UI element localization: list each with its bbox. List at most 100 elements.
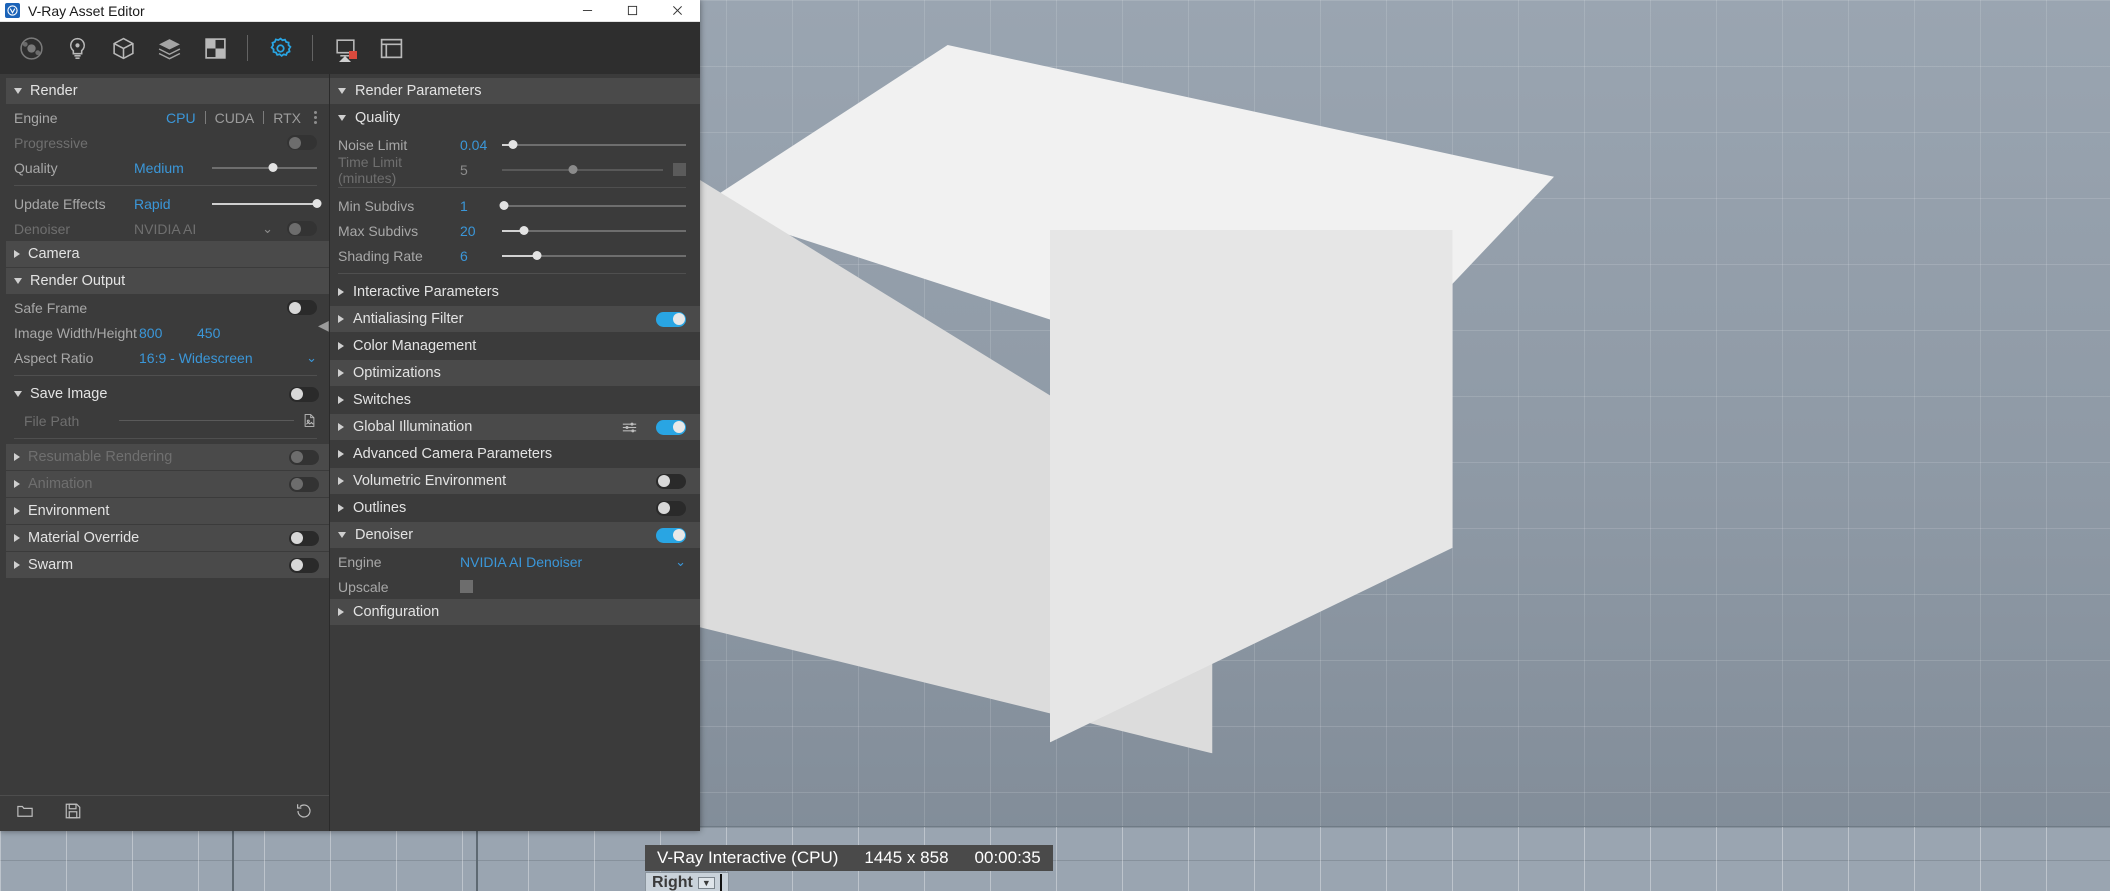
chevron-down-icon[interactable]: ▼: [697, 877, 715, 889]
upscale-checkbox[interactable]: [460, 580, 473, 593]
time-limit-checkbox[interactable]: [673, 163, 686, 176]
section-resumable-rendering[interactable]: Resumable Rendering: [6, 444, 329, 470]
section-optimizations[interactable]: Optimizations: [330, 360, 700, 386]
denoiser-toggle[interactable]: [287, 221, 317, 236]
max-subdivs-value[interactable]: 20: [460, 223, 502, 239]
folder-open-icon[interactable]: [16, 802, 34, 825]
shading-rate-slider[interactable]: [502, 249, 686, 263]
chevron-right-icon: [14, 250, 20, 258]
render-elements-icon[interactable]: [198, 31, 232, 65]
update-effects-value[interactable]: Rapid: [134, 196, 212, 212]
material-override-toggle[interactable]: [289, 530, 319, 546]
safe-frame-label: Safe Frame: [14, 299, 88, 316]
aspect-ratio-value[interactable]: 16:9 - Widescreen: [139, 350, 253, 366]
time-limit-value[interactable]: 5: [460, 162, 502, 178]
vfb-icon[interactable]: [374, 31, 408, 65]
window-titlebar[interactable]: V-Ray Asset Editor: [0, 0, 700, 22]
timeline-marker[interactable]: [232, 827, 234, 891]
denoiser-section-toggle[interactable]: [656, 527, 686, 543]
section-volumetric-environment[interactable]: Volumetric Environment: [330, 468, 700, 494]
minimize-icon[interactable]: [565, 0, 610, 21]
section-antialiasing-filter[interactable]: Antialiasing Filter: [330, 306, 700, 332]
floppy-save-icon[interactable]: [64, 802, 82, 825]
section-denoiser-label: Denoiser: [355, 527, 414, 543]
file-path-input[interactable]: [119, 420, 294, 421]
shading-rate-label: Shading Rate: [338, 247, 423, 264]
chevron-down-icon[interactable]: ⌄: [675, 554, 686, 570]
shading-rate-value[interactable]: 6: [460, 248, 502, 264]
section-camera[interactable]: Camera: [6, 241, 329, 267]
section-advanced-camera-parameters[interactable]: Advanced Camera Parameters: [330, 441, 700, 467]
timeline-marker[interactable]: [476, 827, 478, 891]
chevron-down-icon[interactable]: ⌄: [306, 350, 317, 366]
maximize-icon[interactable]: [610, 0, 655, 21]
render-parameters-pane[interactable]: Render Parameters Quality Noise Limit 0.…: [330, 74, 700, 831]
image-width-input[interactable]: 800: [139, 325, 197, 341]
timeline-strip[interactable]: [0, 826, 2110, 891]
update-effects-slider[interactable]: [212, 197, 322, 211]
denoiser-value[interactable]: NVIDIA AI: [134, 221, 262, 237]
toolbar-divider: [247, 35, 248, 61]
viewport-view-selector[interactable]: Right ▼: [645, 872, 729, 891]
global-illumination-toggle[interactable]: [656, 419, 686, 435]
render-icon[interactable]: [328, 31, 362, 65]
row-image-size: Image Width/Height 800 450: [6, 320, 329, 345]
chevron-down-icon[interactable]: ⌄: [262, 221, 273, 237]
animation-toggle[interactable]: [289, 476, 319, 492]
section-configuration[interactable]: Configuration: [330, 599, 700, 625]
noise-limit-slider[interactable]: [502, 138, 686, 152]
settings-left-scroll[interactable]: Render Engine CPU CUDA RTX Progressive Q…: [0, 74, 329, 795]
section-quality[interactable]: Quality: [330, 105, 700, 131]
section-switches[interactable]: Switches: [330, 387, 700, 413]
section-swarm[interactable]: Swarm: [6, 552, 329, 578]
settings-gear-icon[interactable]: [263, 31, 297, 65]
geometry-editor-icon[interactable]: [106, 31, 140, 65]
light-editor-icon[interactable]: [60, 31, 94, 65]
section-outlines[interactable]: Outlines: [330, 495, 700, 521]
texture-editor-icon[interactable]: [152, 31, 186, 65]
app-root: V-Ray Interactive (CPU) 1445 x 858 00:00…: [0, 0, 2110, 891]
min-subdivs-slider[interactable]: [499, 199, 686, 213]
sliders-settings-icon[interactable]: [622, 421, 637, 434]
reset-revert-icon[interactable]: [295, 802, 313, 825]
denoiser-engine-value[interactable]: NVIDIA AI Denoiser: [460, 554, 582, 570]
section-color-management[interactable]: Color Management: [330, 333, 700, 359]
resumable-rendering-toggle[interactable]: [289, 449, 319, 465]
section-render-output[interactable]: Render Output: [6, 268, 329, 294]
section-denoiser[interactable]: Denoiser: [330, 522, 700, 548]
panel-collapse-handle[interactable]: ◀: [318, 318, 329, 332]
quality-slider[interactable]: [212, 161, 317, 175]
min-subdivs-value[interactable]: 1: [460, 198, 502, 214]
volumetric-environment-toggle[interactable]: [656, 473, 686, 489]
noise-limit-value[interactable]: 0.04: [460, 137, 502, 153]
section-animation[interactable]: Animation: [6, 471, 329, 497]
engine-option-rtx[interactable]: RTX: [273, 110, 301, 126]
section-save-image[interactable]: Save Image: [6, 381, 329, 407]
engine-option-cpu[interactable]: CPU: [166, 110, 196, 126]
section-render-parameters[interactable]: Render Parameters: [330, 78, 700, 104]
engine-more-options-icon[interactable]: [314, 111, 317, 124]
engine-selector[interactable]: CPU CUDA RTX: [166, 110, 317, 126]
cube-object[interactable]: [700, 0, 2110, 830]
section-interactive-parameters[interactable]: Interactive Parameters: [330, 279, 700, 305]
save-image-toggle[interactable]: [289, 386, 319, 402]
close-icon[interactable]: [655, 0, 700, 21]
max-subdivs-slider[interactable]: [502, 224, 686, 238]
engine-option-cuda[interactable]: CUDA: [215, 110, 255, 126]
image-height-input[interactable]: 450: [197, 325, 220, 341]
material-editor-icon[interactable]: [14, 31, 48, 65]
safe-frame-toggle[interactable]: [287, 300, 317, 315]
antialiasing-filter-toggle[interactable]: [656, 311, 686, 327]
outlines-toggle[interactable]: [656, 500, 686, 516]
section-material-override[interactable]: Material Override: [6, 525, 329, 551]
section-environment[interactable]: Environment: [6, 498, 329, 524]
progressive-toggle[interactable]: [287, 135, 317, 150]
quality-value[interactable]: Medium: [134, 160, 212, 176]
section-render[interactable]: Render: [6, 78, 329, 104]
section-global-illumination[interactable]: Global Illumination: [330, 414, 700, 440]
editor-toolbar[interactable]: [0, 22, 700, 74]
time-limit-slider[interactable]: [502, 163, 663, 177]
swarm-toggle[interactable]: [289, 557, 319, 573]
section-volumetric-environment-label: Volumetric Environment: [353, 473, 507, 489]
file-image-icon[interactable]: [302, 413, 317, 428]
